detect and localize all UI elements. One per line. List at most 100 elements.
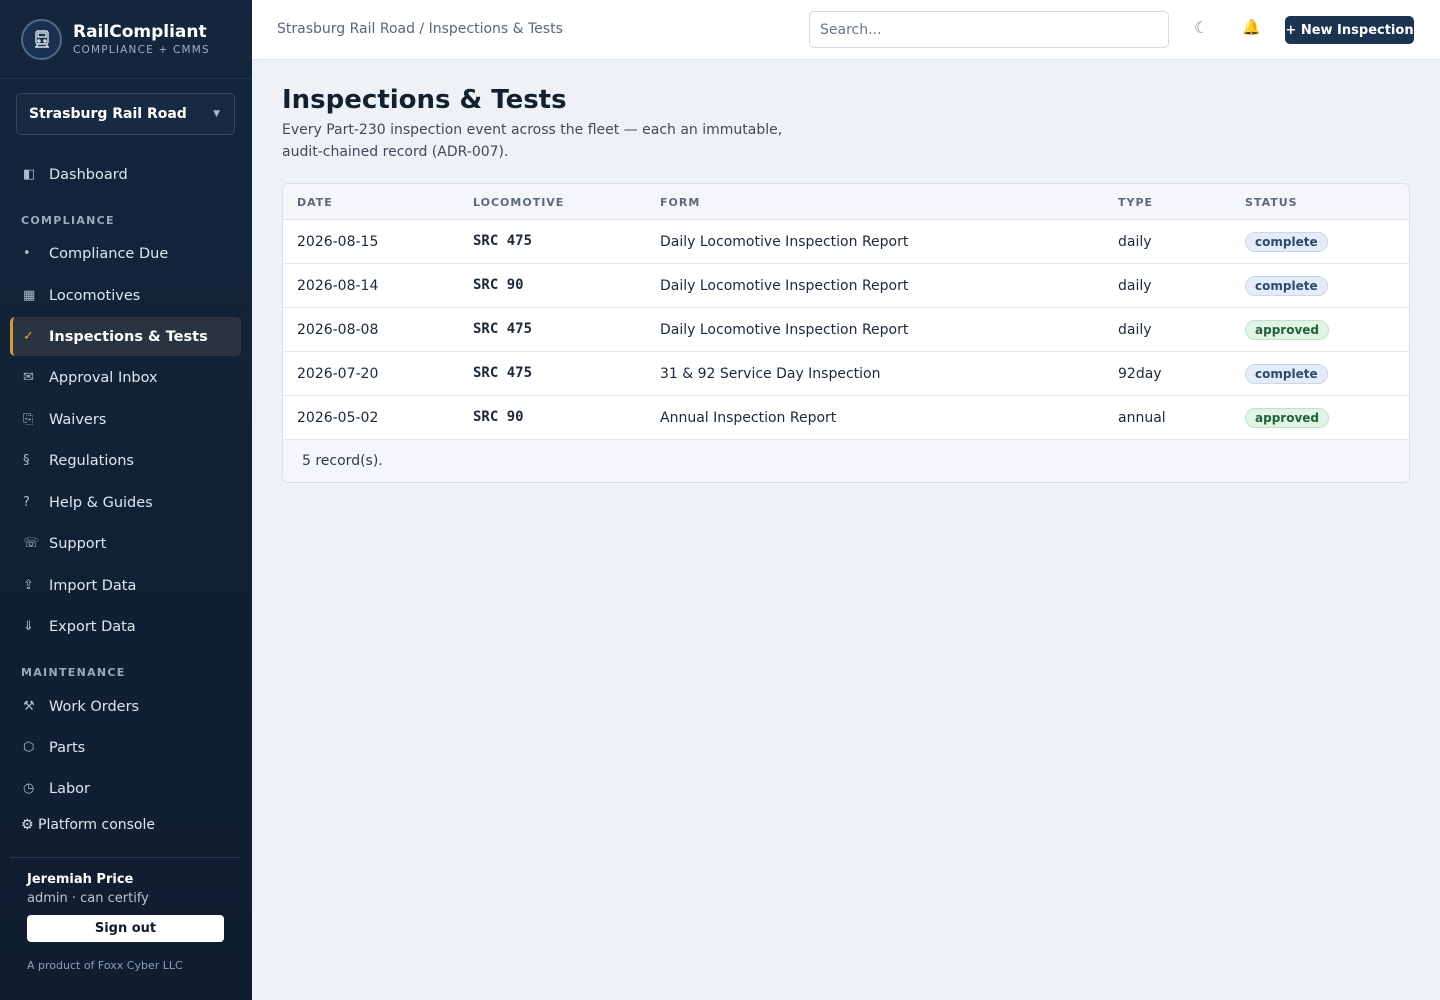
column-header-status[interactable]: STATUS	[1245, 196, 1298, 209]
brand[interactable]: RailCompliant COMPLIANCE + CMMS	[0, 0, 252, 79]
cell-type: daily	[1118, 322, 1152, 338]
cell-locomotive[interactable]: SRC 475	[473, 365, 532, 381]
clock-icon: ◷	[23, 781, 35, 796]
sidebar-item-regulations[interactable]: § Regulations	[10, 441, 241, 480]
tools-icon: ⚒	[23, 699, 35, 714]
locomotive-logo-icon	[21, 18, 62, 60]
sidebar-item-parts[interactable]: ⬡ Parts	[10, 728, 241, 767]
sidebar-item-label: Approval Inbox	[49, 369, 158, 386]
sidebar-item-label: Regulations	[49, 452, 134, 469]
column-header-locomotive[interactable]: LOCOMOTIVE	[473, 196, 564, 209]
check-icon: ✓	[23, 329, 34, 344]
cell-type: 92day	[1118, 366, 1162, 382]
platform-console-link[interactable]: ⚙ Platform console	[21, 817, 155, 833]
inspections-table: DATE LOCOMOTIVE FORM TYPE STATUS 2026-08…	[282, 183, 1410, 483]
table-row[interactable]: 2026-08-14 SRC 90 Daily Locomotive Inspe…	[283, 264, 1409, 308]
sidebar: RailCompliant COMPLIANCE + CMMS Strasbur…	[0, 0, 252, 1000]
mail-icon: ✉	[23, 370, 34, 385]
breadcrumb: Strasburg Rail Road / Inspections & Test…	[277, 21, 563, 37]
cell-date: 2026-05-02	[297, 410, 379, 426]
section-icon: §	[23, 453, 30, 468]
table-footer: 5 record(s).	[283, 440, 1409, 482]
user-role: admin · can certify	[27, 891, 149, 906]
cell-form: Annual Inspection Report	[660, 410, 837, 426]
sidebar-item-label: Compliance Due	[49, 245, 169, 262]
product-note: A product of Foxx Cyber LLC	[27, 959, 183, 972]
sidebar-item-inspections-tests[interactable]: ✓ Inspections & Tests	[10, 317, 241, 356]
status-badge: approved	[1245, 408, 1329, 428]
brand-tagline: COMPLIANCE + CMMS	[73, 44, 210, 56]
page-subtitle: Every Part-230 inspection event across t…	[282, 122, 783, 160]
sidebar-item-label: Help & Guides	[49, 494, 153, 511]
cell-form: Daily Locomotive Inspection Report	[660, 234, 909, 250]
cell-locomotive[interactable]: SRC 475	[473, 321, 532, 337]
bell-icon[interactable]: 🔔	[1242, 18, 1261, 36]
section-label-maintenance: MAINTENANCE	[21, 666, 126, 679]
cell-locomotive[interactable]: SRC 90	[473, 409, 524, 425]
sidebar-item-support[interactable]: ☏ Support	[10, 524, 241, 563]
dark-mode-toggle-icon[interactable]: ☾	[1194, 18, 1208, 37]
sidebar-item-work-orders[interactable]: ⚒ Work Orders	[10, 687, 241, 726]
column-header-date[interactable]: DATE	[297, 196, 333, 209]
table-row[interactable]: 2026-05-02 SRC 90 Annual Inspection Repo…	[283, 396, 1409, 440]
sidebar-item-label: Labor	[49, 780, 91, 797]
sidebar-item-label: Export Data	[49, 618, 136, 635]
sidebar-item-approval-inbox[interactable]: ✉ Approval Inbox	[10, 358, 241, 397]
cell-type: daily	[1118, 234, 1152, 250]
cell-locomotive[interactable]: SRC 475	[473, 233, 532, 249]
cell-date: 2026-08-08	[297, 322, 379, 338]
new-inspection-button[interactable]: + New Inspection	[1285, 16, 1414, 44]
phone-icon: ☏	[23, 536, 40, 551]
download-icon: ⇓	[23, 619, 34, 634]
sidebar-item-label: Dashboard	[49, 166, 128, 183]
sidebar-item-label: Waivers	[49, 411, 107, 428]
waiver-icon: ⎘	[23, 412, 34, 427]
cell-form: 31 & 92 Service Day Inspection	[660, 366, 881, 382]
organization-select[interactable]: Strasburg Rail Road ▼	[16, 93, 235, 135]
sidebar-item-label: Import Data	[49, 577, 137, 594]
brand-name: RailCompliant	[73, 22, 207, 42]
dashboard-icon: ◧	[23, 167, 36, 182]
user-panel: Jeremiah Price admin · can certify Sign …	[10, 857, 241, 972]
sidebar-item-dashboard[interactable]: ◧ Dashboard	[10, 155, 241, 194]
sidebar-item-label: Parts	[49, 739, 86, 756]
sidebar-item-export-data[interactable]: ⇓ Export Data	[10, 607, 241, 646]
cell-type: annual	[1118, 410, 1166, 426]
search-input[interactable]	[809, 11, 1169, 48]
help-icon: ?	[23, 495, 30, 510]
sidebar-item-compliance-due[interactable]: • Compliance Due	[10, 234, 241, 273]
sidebar-item-waivers[interactable]: ⎘ Waivers	[10, 400, 241, 439]
column-header-form[interactable]: FORM	[660, 196, 700, 209]
status-badge: complete	[1245, 232, 1328, 252]
chevron-down-icon: ▼	[213, 109, 220, 119]
cell-date: 2026-08-15	[297, 234, 379, 250]
sidebar-item-label: Support	[49, 535, 107, 552]
sidebar-item-locomotives[interactable]: ▦ Locomotives	[10, 276, 241, 315]
record-count: 5 record(s).	[302, 453, 383, 469]
sidebar-item-label: Inspections & Tests	[49, 328, 208, 345]
organization-select-value: Strasburg Rail Road	[29, 106, 187, 122]
sign-out-button[interactable]: Sign out	[27, 915, 224, 942]
status-badge: complete	[1245, 364, 1328, 384]
table-row[interactable]: 2026-07-20 SRC 475 31 & 92 Service Day I…	[283, 352, 1409, 396]
cell-locomotive[interactable]: SRC 90	[473, 277, 524, 293]
hexagon-icon: ⬡	[23, 740, 35, 755]
sidebar-item-label: Locomotives	[49, 287, 141, 304]
grid-icon: ▦	[23, 288, 36, 303]
cell-form: Daily Locomotive Inspection Report	[660, 322, 909, 338]
sidebar-item-import-data[interactable]: ⇪ Import Data	[10, 566, 241, 605]
table-row[interactable]: 2026-08-08 SRC 475 Daily Locomotive Insp…	[283, 308, 1409, 352]
sidebar-item-label: Work Orders	[49, 698, 140, 715]
section-label-compliance: COMPLIANCE	[21, 214, 115, 227]
column-header-type[interactable]: TYPE	[1118, 196, 1153, 209]
sidebar-item-labor[interactable]: ◷ Labor	[10, 769, 241, 808]
table-header: DATE LOCOMOTIVE FORM TYPE STATUS	[283, 184, 1409, 220]
page-title: Inspections & Tests	[282, 85, 567, 115]
cell-type: daily	[1118, 278, 1152, 294]
table-row[interactable]: 2026-08-15 SRC 475 Daily Locomotive Insp…	[283, 220, 1409, 264]
cell-date: 2026-08-14	[297, 278, 379, 294]
status-badge: approved	[1245, 320, 1329, 340]
dot-icon: •	[23, 246, 31, 261]
sidebar-item-help-guides[interactable]: ? Help & Guides	[10, 483, 241, 522]
cell-form: Daily Locomotive Inspection Report	[660, 278, 909, 294]
